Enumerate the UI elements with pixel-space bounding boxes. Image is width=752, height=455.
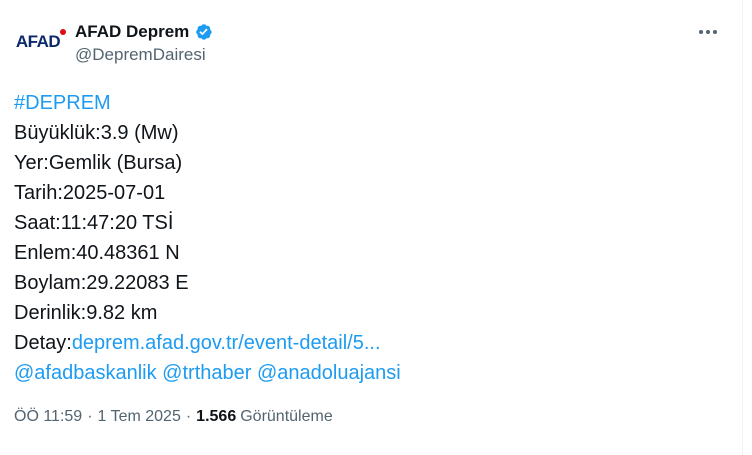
- tweet-time[interactable]: ÖÖ 11:59: [14, 408, 82, 426]
- avatar[interactable]: AFAD: [14, 18, 67, 66]
- location-line: Yer:Gemlik (Bursa): [14, 152, 183, 174]
- afad-logo-dot: [60, 29, 67, 35]
- time-line: Saat:11:47:20 TSİ: [14, 212, 174, 234]
- views-label: Görüntüleme: [240, 408, 333, 425]
- detail-label: Detay:: [14, 332, 72, 354]
- meta-separator: ·: [185, 408, 192, 425]
- mention-link[interactable]: @afadbaskanlik: [14, 362, 157, 384]
- tweet-card: AFAD AFAD Deprem @DepremDairesi #DEPREM …: [0, 0, 743, 455]
- magnitude-line: Büyüklük:3.9 (Mw): [14, 122, 179, 144]
- author-handle[interactable]: @DepremDairesi: [75, 45, 206, 65]
- more-options-icon[interactable]: [696, 22, 720, 42]
- tweet-text: #DEPREM Büyüklük:3.9 (Mw) Yer:Gemlik (Bu…: [14, 88, 729, 388]
- afad-logo: AFAD: [15, 29, 67, 52]
- mention-link[interactable]: @anadoluajansi: [257, 362, 401, 384]
- hashtag-link[interactable]: #DEPREM: [14, 92, 111, 114]
- mention-link[interactable]: @trthaber: [162, 362, 251, 384]
- tweet-date[interactable]: 1 Tem 2025: [98, 408, 181, 426]
- author-name-row: AFAD Deprem: [75, 20, 213, 44]
- verified-badge-icon[interactable]: [193, 22, 213, 42]
- latitude-line: Enlem:40.48361 N: [14, 242, 180, 264]
- date-line: Tarih:2025-07-01: [14, 182, 166, 204]
- views-count[interactable]: 1.566: [196, 408, 236, 426]
- afad-logo-text: AFAD: [15, 32, 61, 51]
- detail-link[interactable]: deprem.afad.gov.tr/event-detail/5...: [72, 332, 381, 354]
- meta-separator: ·: [87, 408, 93, 425]
- longitude-line: Boylam:29.22083 E: [14, 272, 189, 294]
- depth-line: Derinlik:9.82 km: [14, 302, 158, 324]
- author-display-name[interactable]: AFAD Deprem: [75, 22, 189, 42]
- tweet-meta: ÖÖ 11:59 · 1 Tem 2025 · 1.566 Görüntülem…: [14, 408, 333, 426]
